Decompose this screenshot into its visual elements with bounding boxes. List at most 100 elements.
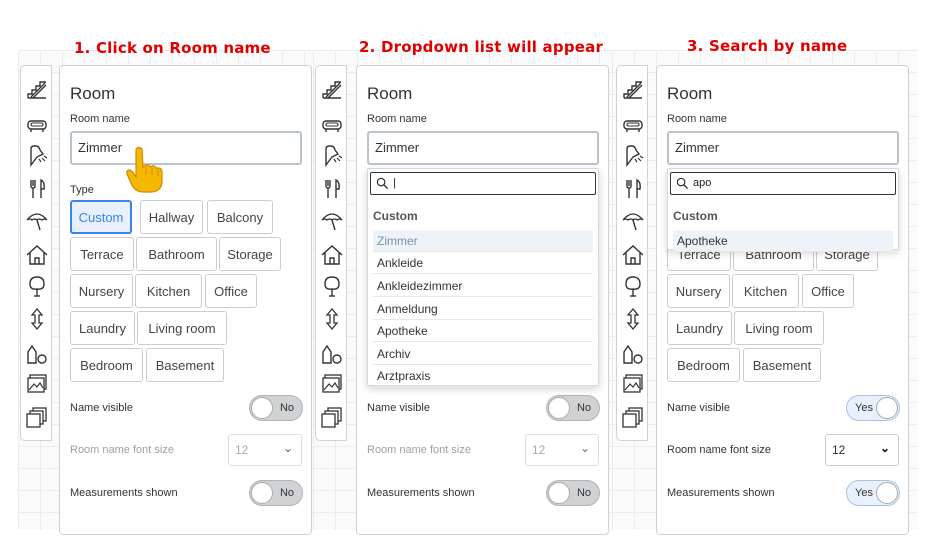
picture-icon[interactable] [621, 372, 645, 396]
cutlery-icon[interactable] [621, 177, 645, 201]
room-name-input[interactable]: Zimmer [70, 131, 302, 165]
type-button-nursery[interactable]: Nursery [70, 274, 133, 308]
toggle-knob [251, 397, 273, 419]
type-button-laundry[interactable]: Laundry [70, 311, 135, 345]
type-button-bedroom[interactable]: Bedroom [70, 348, 143, 382]
measurements-label: Measurements shown [70, 487, 178, 499]
room-name-input[interactable]: Zimmer [667, 131, 899, 165]
type-button-storage[interactable]: Storage [219, 237, 281, 271]
type-button-bedroom[interactable]: Bedroom [667, 348, 740, 382]
type-button-office[interactable]: Office [205, 274, 257, 308]
font-size-label: Room name font size [667, 444, 771, 456]
dropdown-item[interactable]: Apotheke [673, 230, 893, 252]
shower-icon[interactable] [621, 143, 645, 167]
step-title-2: 2. Dropdown list will appear [359, 38, 604, 56]
toggle-knob [876, 482, 898, 504]
type-button-hallway[interactable]: Hallway [140, 200, 203, 234]
layers-icon[interactable] [621, 406, 645, 430]
font-size-value: 12 [832, 443, 846, 457]
dropdown-item[interactable]: Anmeldung [373, 298, 593, 320]
font-size-select[interactable]: 12 ⌄ [825, 434, 899, 466]
dropdown-item[interactable]: Apotheke [373, 320, 593, 342]
type-button-living-room[interactable]: Living room [734, 311, 824, 345]
picture-icon[interactable] [320, 372, 344, 396]
dropdown-group-label: Custom [373, 209, 418, 223]
name-visible-toggle[interactable]: No [546, 395, 600, 421]
tool-sidebar [616, 65, 648, 441]
stairs-icon[interactable] [25, 78, 49, 102]
shapes-icon[interactable] [621, 342, 645, 366]
tool-sidebar [20, 65, 52, 441]
tree-icon[interactable] [320, 274, 344, 298]
type-button-basement[interactable]: Basement [146, 348, 224, 382]
umbrella-icon[interactable] [320, 208, 344, 232]
dropdown-item[interactable]: Ankleidezimmer [373, 275, 593, 297]
dropdown-item[interactable]: Zimmer [373, 230, 593, 252]
room-name-dropdown: | Custom Zimmer Ankleide Ankleidezimmer Anmel… [367, 168, 599, 387]
umbrella-icon[interactable] [621, 208, 645, 232]
font-size-select: 12 ⌄ [228, 434, 302, 466]
room-name-input[interactable]: Zimmer [367, 131, 599, 165]
type-button-kitchen[interactable]: Kitchen [732, 274, 799, 308]
dropdown-group-label: Custom [673, 209, 718, 223]
name-visible-toggle[interactable]: Yes [846, 395, 900, 421]
type-button-balcony[interactable]: Balcony [207, 200, 273, 234]
type-button-laundry[interactable]: Laundry [667, 311, 732, 345]
tree-icon[interactable] [621, 274, 645, 298]
room-panel: RoomRoom nameZimmerTypeCustomHallwayBalc… [59, 65, 312, 535]
type-button-terrace[interactable]: Terrace [70, 237, 134, 271]
font-size-label: Room name font size [70, 444, 174, 456]
toggle-knob [251, 482, 273, 504]
shapes-icon[interactable] [25, 342, 49, 366]
type-button-custom[interactable]: Custom [70, 200, 132, 234]
house-icon[interactable] [25, 243, 49, 267]
vertical-arrows-icon[interactable] [25, 307, 49, 331]
dropdown-item[interactable]: Arztpraxis [373, 365, 593, 387]
picture-icon[interactable] [25, 372, 49, 396]
type-button-kitchen[interactable]: Kitchen [135, 274, 202, 308]
measurements-label: Measurements shown [667, 487, 775, 499]
layers-icon[interactable] [320, 406, 344, 430]
type-button-office[interactable]: Office [802, 274, 854, 308]
bathtub-icon[interactable] [621, 112, 645, 136]
type-label: Type [70, 184, 94, 196]
dropdown-item[interactable]: Archiv [373, 343, 593, 365]
name-visible-label: Name visible [667, 402, 730, 414]
layers-icon[interactable] [25, 406, 49, 430]
shower-icon[interactable] [320, 143, 344, 167]
step-title-3: 3. Search by name [687, 37, 848, 55]
type-button-bathroom[interactable]: Bathroom [136, 237, 217, 271]
stairs-icon[interactable] [320, 78, 344, 102]
hand-cursor-icon [126, 146, 163, 193]
measurements-toggle[interactable]: No [546, 480, 600, 506]
type-button-living-room[interactable]: Living room [137, 311, 227, 345]
house-icon[interactable] [621, 243, 645, 267]
vertical-arrows-icon[interactable] [621, 307, 645, 331]
font-size-select: 12 ⌄ [525, 434, 599, 466]
dropdown-search-input[interactable]: apo [670, 172, 896, 195]
bathtub-icon[interactable] [320, 112, 344, 136]
type-button-nursery[interactable]: Nursery [667, 274, 730, 308]
umbrella-icon[interactable] [25, 208, 49, 232]
dropdown-search-input[interactable]: | [370, 172, 596, 195]
name-visible-toggle[interactable]: No [249, 395, 303, 421]
room-panel: RoomRoom nameZimmerTypeCustomHallwayBalc… [356, 65, 609, 535]
type-button-basement[interactable]: Basement [743, 348, 821, 382]
panel-title: Room [667, 84, 713, 103]
tree-icon[interactable] [25, 274, 49, 298]
cutlery-icon[interactable] [320, 177, 344, 201]
measurements-toggle[interactable]: No [249, 480, 303, 506]
toggle-label: No [576, 402, 591, 414]
tool-sidebar [315, 65, 347, 441]
shapes-icon[interactable] [320, 342, 344, 366]
cutlery-icon[interactable] [25, 177, 49, 201]
stairs-icon[interactable] [621, 78, 645, 102]
measurements-toggle[interactable]: Yes [846, 480, 900, 506]
vertical-arrows-icon[interactable] [320, 307, 344, 331]
font-size-label: Room name font size [367, 444, 471, 456]
search-value: | [393, 177, 396, 189]
bathtub-icon[interactable] [25, 112, 49, 136]
shower-icon[interactable] [25, 143, 49, 167]
dropdown-item[interactable]: Ankleide [373, 252, 593, 274]
house-icon[interactable] [320, 243, 344, 267]
